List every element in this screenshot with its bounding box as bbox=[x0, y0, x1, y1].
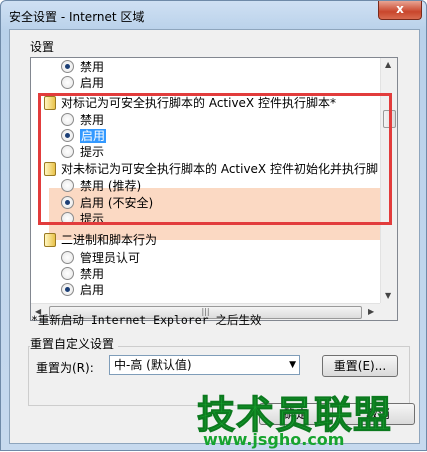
list-item[interactable]: 启用 bbox=[61, 75, 104, 91]
script-icon bbox=[44, 232, 56, 247]
dialog-client-area: 设置 禁用 启用 对标记为可安全执行脚本的 ActiveX 控件执行脚本* 禁用… bbox=[9, 29, 420, 444]
radio-button[interactable] bbox=[61, 76, 74, 89]
security-settings-dialog: 安全设置 - Internet 区域 x 设置 禁用 启用 对标记为可安全执行脚… bbox=[0, 0, 427, 451]
list-header: 二进制和脚本行为 bbox=[44, 232, 157, 248]
reset-group-title: 重置自定义设置 bbox=[30, 335, 119, 352]
list-item-label: 禁用 bbox=[80, 267, 105, 281]
list-item[interactable]: 启用 bbox=[61, 282, 104, 298]
cancel-button[interactable]: 取消 bbox=[341, 403, 415, 425]
chevron-down-icon[interactable]: ▼ bbox=[289, 356, 296, 374]
scroll-down-arrow-icon[interactable]: ▼ bbox=[385, 291, 391, 300]
radio-button[interactable] bbox=[61, 267, 74, 280]
restart-note: *重新启动 Internet Explorer 之后生效 bbox=[31, 313, 262, 327]
list-item[interactable]: 管理员认可 bbox=[61, 250, 140, 266]
window-title: 安全设置 - Internet 区域 bbox=[9, 10, 145, 24]
list-item[interactable]: 禁用 bbox=[61, 59, 104, 75]
list-item-label: 禁用 bbox=[80, 60, 105, 74]
annotation-box bbox=[38, 93, 392, 225]
list-item[interactable]: 禁用 bbox=[61, 266, 104, 282]
list-item-label: 管理员认可 bbox=[80, 251, 141, 265]
settings-label: 设置 bbox=[30, 40, 55, 54]
radio-button[interactable] bbox=[61, 283, 74, 296]
scroll-right-arrow-icon[interactable]: ▶ bbox=[368, 307, 374, 316]
radio-button[interactable] bbox=[61, 251, 74, 264]
reset-button[interactable]: 重置(E)... bbox=[322, 355, 398, 377]
scroll-up-arrow-icon[interactable]: ▲ bbox=[385, 60, 391, 69]
scrollbar-corner bbox=[380, 303, 397, 320]
reset-to-label: 重置为(R): bbox=[36, 361, 94, 375]
list-header-label: 二进制和脚本行为 bbox=[61, 233, 158, 247]
ok-button[interactable]: 确定 bbox=[259, 403, 333, 425]
security-level-dropdown[interactable]: 中-高 (默认值) ▼ bbox=[109, 355, 300, 375]
list-item-label: 启用 bbox=[80, 76, 105, 90]
radio-button[interactable] bbox=[61, 60, 74, 73]
security-level-value: 中-高 (默认值) bbox=[114, 358, 192, 372]
list-item-label: 启用 bbox=[80, 283, 105, 297]
close-button[interactable]: x bbox=[378, 1, 422, 20]
title-bar[interactable]: 安全设置 - Internet 区域 x bbox=[1, 1, 426, 29]
